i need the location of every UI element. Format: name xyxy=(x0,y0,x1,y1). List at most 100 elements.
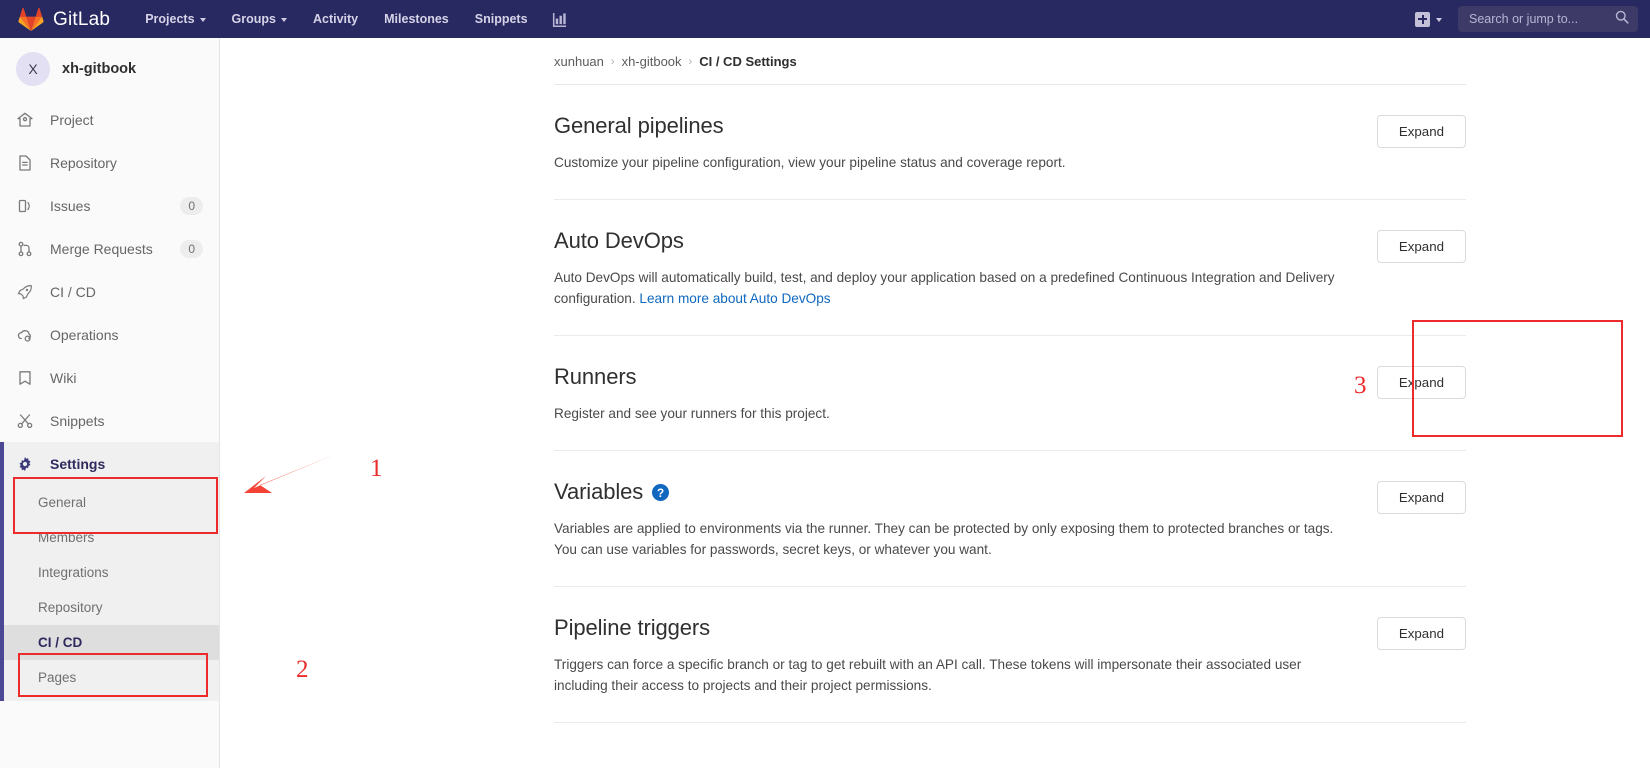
operations-icon xyxy=(16,327,34,343)
settings-section-general-pipelines: General pipelines Customize your pipelin… xyxy=(554,85,1466,200)
section-description: Customize your pipeline configuration, v… xyxy=(554,152,1337,173)
section-title-text: Runners xyxy=(554,364,637,389)
sidebar-item-merge-requests[interactable]: Merge Requests 0 xyxy=(0,227,219,270)
settings-sections-list: General pipelines Customize your pipelin… xyxy=(554,85,1466,723)
nav-link-projects[interactable]: Projects xyxy=(132,0,218,38)
sidebar-item-ci-cd[interactable]: CI / CD xyxy=(0,270,219,313)
section-description: Register and see your runners for this p… xyxy=(554,403,1337,424)
search-input[interactable] xyxy=(1467,11,1615,27)
project-header-link[interactable]: X xh-gitbook xyxy=(0,38,219,98)
breadcrumb-group[interactable]: xunhuan xyxy=(554,54,604,69)
settings-section-runners: Runners Register and see your runners fo… xyxy=(554,336,1466,451)
rocket-icon xyxy=(16,284,34,300)
chevron-down-icon xyxy=(280,18,287,22)
section-title: Auto DevOps xyxy=(554,228,1337,254)
project-name: xh-gitbook xyxy=(62,61,137,77)
issues-count-badge: 0 xyxy=(180,196,203,215)
sidebar-item-settings-label: Settings xyxy=(50,455,106,472)
settings-section-auto-devops: Auto DevOps Auto DevOps will automatical… xyxy=(554,200,1466,336)
section-info: Auto DevOps Auto DevOps will automatical… xyxy=(554,228,1377,309)
nav-link-milestones[interactable]: Milestones xyxy=(371,0,462,38)
settings-section-variables: Variables ? Variables are applied to env… xyxy=(554,451,1466,587)
issues-icon xyxy=(16,198,34,214)
section-info: Runners Register and see your runners fo… xyxy=(554,364,1377,424)
breadcrumb-current-page: CI / CD Settings xyxy=(699,54,797,69)
sidebar-item-project-label: Project xyxy=(50,111,94,128)
gitlab-logo-icon xyxy=(18,7,44,31)
brand-text: GitLab xyxy=(53,8,111,30)
merge-requests-count-badge: 0 xyxy=(180,239,203,258)
bar-chart-icon[interactable] xyxy=(541,12,578,27)
sidebar-subitem-pages[interactable]: Pages xyxy=(0,660,219,695)
sidebar-subitem-ci-cd[interactable]: CI / CD xyxy=(0,625,219,660)
sidebar-subitem-repository[interactable]: Repository xyxy=(0,590,219,625)
svg-text:?: ? xyxy=(657,486,664,499)
home-icon xyxy=(16,112,34,128)
section-title-text: General pipelines xyxy=(554,113,724,138)
section-title-text: Auto DevOps xyxy=(554,228,684,253)
breadcrumb-project[interactable]: xh-gitbook xyxy=(622,54,682,69)
left-sidebar: X xh-gitbook Project Repository Issues 0 xyxy=(0,38,220,768)
section-description-text: Triggers can force a specific branch or … xyxy=(554,657,1302,693)
plus-square-icon xyxy=(1415,11,1430,27)
sidebar-item-issues-label: Issues xyxy=(50,197,91,214)
section-title: Pipeline triggers xyxy=(554,615,1337,641)
sidebar-item-repository-label: Repository xyxy=(50,154,117,171)
navbar-links: Projects Groups Activity Milestones Snip… xyxy=(132,0,577,38)
question-mark-help-icon[interactable]: ? xyxy=(652,483,670,501)
nav-link-projects-label: Projects xyxy=(145,12,195,26)
section-title: General pipelines xyxy=(554,113,1337,139)
sidebar-item-repository[interactable]: Repository xyxy=(0,141,219,184)
section-title-text: Variables xyxy=(554,479,644,504)
sidebar-item-issues[interactable]: Issues 0 xyxy=(0,184,219,227)
section-title: Runners xyxy=(554,364,1337,390)
document-icon xyxy=(16,154,34,171)
breadcrumb-separator-icon: › xyxy=(688,55,693,68)
section-description-text: Variables are applied to environments vi… xyxy=(554,521,1334,557)
sidebar-item-wiki[interactable]: Wiki xyxy=(0,356,219,399)
book-icon xyxy=(16,370,34,386)
sidebar-subitem-members[interactable]: Members xyxy=(0,520,219,555)
breadcrumb: xunhuan › xh-gitbook › CI / CD Settings xyxy=(220,38,1650,69)
chevron-down-icon xyxy=(199,18,206,22)
navbar-right-group xyxy=(1407,0,1650,38)
sidebar-item-ci-cd-label: CI / CD xyxy=(50,283,96,300)
search-input-wrapper[interactable] xyxy=(1458,6,1638,32)
settings-section-pipeline-triggers: Pipeline triggers Triggers can force a s… xyxy=(554,587,1466,723)
sidebar-item-project[interactable]: Project xyxy=(0,98,219,141)
expand-button-auto-devops[interactable]: Expand xyxy=(1376,230,1466,263)
scissors-icon xyxy=(16,413,34,429)
project-avatar: X xyxy=(16,52,50,86)
nav-link-snippets[interactable]: Snippets xyxy=(462,0,541,38)
sidebar-item-snippets-label: Snippets xyxy=(50,412,105,429)
breadcrumb-separator-icon: › xyxy=(610,55,615,68)
sidebar-item-wiki-label: Wiki xyxy=(50,369,77,386)
section-title: Variables ? xyxy=(554,479,1337,505)
nav-link-groups[interactable]: Groups xyxy=(219,0,300,38)
expand-button-pipeline-triggers[interactable]: Expand xyxy=(1376,617,1466,650)
section-description: Triggers can force a specific branch or … xyxy=(554,654,1337,696)
gitlab-brand-home-link[interactable]: GitLab xyxy=(0,0,132,38)
nav-link-activity[interactable]: Activity xyxy=(300,0,371,38)
section-description: Variables are applied to environments vi… xyxy=(554,518,1337,560)
learn-more-auto-devops-link[interactable]: Learn more about Auto DevOps xyxy=(639,291,830,306)
section-info: General pipelines Customize your pipelin… xyxy=(554,113,1377,173)
section-description: Auto DevOps will automatically build, te… xyxy=(554,267,1337,309)
section-description-text: Register and see your runners for this p… xyxy=(554,406,830,421)
expand-button-runners[interactable]: Expand xyxy=(1376,366,1466,399)
new-item-button[interactable] xyxy=(1407,0,1450,38)
sidebar-item-operations[interactable]: Operations xyxy=(0,313,219,356)
settings-submenu: General Members Integrations Repository … xyxy=(0,485,219,701)
expand-button-general-pipelines[interactable]: Expand xyxy=(1376,115,1466,148)
sidebar-subitem-integrations[interactable]: Integrations xyxy=(0,555,219,590)
sidebar-item-snippets[interactable]: Snippets xyxy=(0,399,219,442)
section-description-text: Customize your pipeline configuration, v… xyxy=(554,155,1066,170)
main-content: xunhuan › xh-gitbook › CI / CD Settings … xyxy=(220,38,1650,768)
expand-button-variables[interactable]: Expand xyxy=(1376,481,1466,514)
nav-link-groups-label: Groups xyxy=(231,12,276,26)
sidebar-nav-list: Project Repository Issues 0 Merge Reques… xyxy=(0,98,219,485)
merge-request-icon xyxy=(16,241,34,257)
sidebar-item-settings[interactable]: Settings xyxy=(0,442,219,485)
sidebar-subitem-general[interactable]: General xyxy=(0,485,219,520)
top-navbar: GitLab Projects Groups Activity Mileston… xyxy=(0,0,1650,38)
